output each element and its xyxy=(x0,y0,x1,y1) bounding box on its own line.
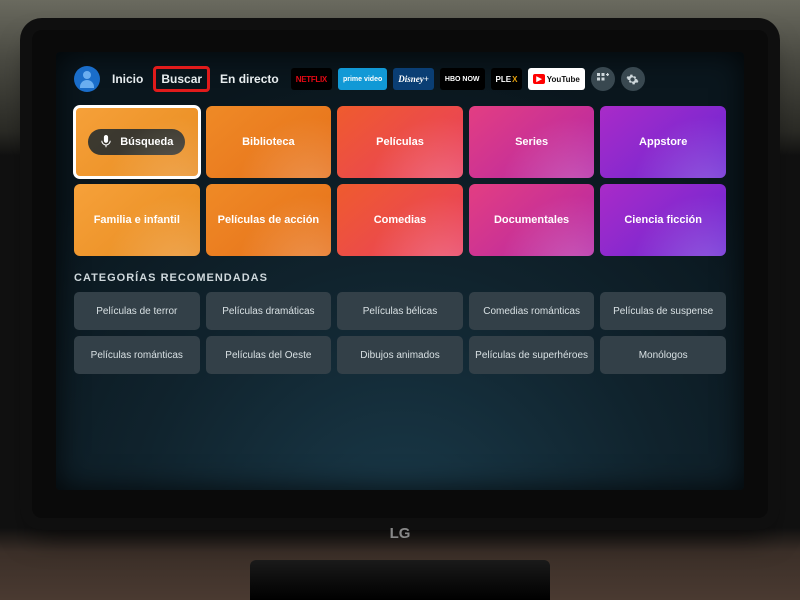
rec-tile[interactable]: Películas de terror xyxy=(74,292,200,330)
highlight-rect-icon xyxy=(74,106,200,178)
rec-tile[interactable]: Dibujos animados xyxy=(337,336,463,374)
tile-label: Appstore xyxy=(639,136,687,148)
tile-busqueda[interactable]: Búsqueda xyxy=(74,106,200,178)
nav-inicio[interactable]: Inicio xyxy=(106,68,149,90)
tile-familia-e-infantil[interactable]: Familia e infantil xyxy=(74,184,200,256)
app-tile-youtube[interactable]: ▶YouTube xyxy=(528,68,584,90)
tile-ciencia-ficcion[interactable]: Ciencia ficción xyxy=(600,184,726,256)
tile-label: Biblioteca xyxy=(242,136,295,148)
tile-label: Películas xyxy=(376,136,424,148)
tile-label: Ciencia ficción xyxy=(624,214,702,226)
rec-tile[interactable]: Comedias románticas xyxy=(469,292,595,330)
tile-peliculas[interactable]: Películas xyxy=(337,106,463,178)
app-tile-plex[interactable]: PLEX xyxy=(491,68,523,90)
tile-series[interactable]: Series xyxy=(469,106,595,178)
profile-icon[interactable] xyxy=(74,66,100,92)
tile-documentales[interactable]: Documentales xyxy=(469,184,595,256)
rec-tile[interactable]: Monólogos xyxy=(600,336,726,374)
category-tiles-grid: Búsqueda Biblioteca Películas Series App… xyxy=(74,106,726,256)
tile-peliculas-de-accion[interactable]: Películas de acción xyxy=(206,184,332,256)
tv-screen: Inicio Buscar En directo NETFLIX prime v… xyxy=(56,52,744,490)
firetv-ui: Inicio Buscar En directo NETFLIX prime v… xyxy=(74,66,726,472)
tv-stand xyxy=(250,560,550,600)
rec-tile[interactable]: Películas dramáticas xyxy=(206,292,332,330)
recommended-section-title: CATEGORÍAS RECOMENDADAS xyxy=(74,272,726,284)
app-tile-primevideo[interactable]: prime video xyxy=(338,68,387,90)
rec-tile[interactable]: Películas románticas xyxy=(74,336,200,374)
rec-tile[interactable]: Películas de superhéroes xyxy=(469,336,595,374)
nav-en-directo[interactable]: En directo xyxy=(214,68,285,90)
rec-tile[interactable]: Películas bélicas xyxy=(337,292,463,330)
tv-brand-logo: LG xyxy=(390,525,411,542)
tile-biblioteca[interactable]: Biblioteca xyxy=(206,106,332,178)
tile-appstore[interactable]: Appstore xyxy=(600,106,726,178)
rec-tile[interactable]: Películas del Oeste xyxy=(206,336,332,374)
tile-label: Comedias xyxy=(374,214,427,226)
rec-tile[interactable]: Películas de suspense xyxy=(600,292,726,330)
tile-label: Series xyxy=(515,136,548,148)
tile-label: Películas de acción xyxy=(218,214,320,226)
apps-grid-icon[interactable] xyxy=(591,67,615,91)
tile-label: Documentales xyxy=(494,214,569,226)
nav-buscar[interactable]: Buscar xyxy=(155,68,208,90)
app-tile-hbonow[interactable]: HBO NOW xyxy=(440,68,485,90)
app-tile-disneyplus[interactable]: Disney+ xyxy=(393,68,434,90)
app-tile-netflix[interactable]: NETFLIX xyxy=(291,68,332,90)
tile-label: Familia e infantil xyxy=(94,214,180,226)
recommended-tiles-grid: Películas de terror Películas dramáticas… xyxy=(74,292,726,374)
top-nav-bar: Inicio Buscar En directo NETFLIX prime v… xyxy=(74,66,726,92)
settings-icon[interactable] xyxy=(621,67,645,91)
tile-comedias[interactable]: Comedias xyxy=(337,184,463,256)
